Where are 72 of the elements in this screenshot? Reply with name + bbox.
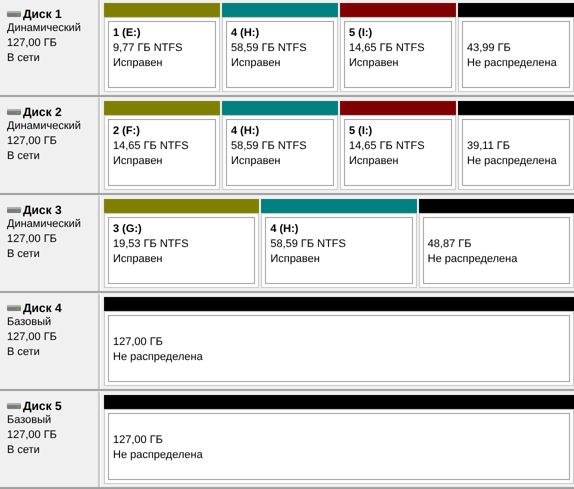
disk-size: 127,00 ГБ xyxy=(7,36,58,51)
disk-drive-icon xyxy=(7,403,21,409)
disk-size: 127,00 ГБ xyxy=(7,134,58,149)
volume-title: 5 (I:) xyxy=(349,124,374,139)
disk-status: В сети xyxy=(7,345,41,360)
disk-drive-icon xyxy=(7,11,21,17)
volume-size: 14,65 ГБ NTFS xyxy=(349,139,426,154)
disk-drive-icon xyxy=(7,207,21,213)
volume-title: 4 (H:) xyxy=(231,124,260,139)
partition-block[interactable]: 48,87 ГБ Не распределена xyxy=(418,213,574,288)
disk-type: Динамический xyxy=(7,21,82,36)
volume-status: Исправен xyxy=(113,154,164,169)
partition-block[interactable]: 43,99 ГБ Не распределена xyxy=(458,17,574,92)
disk-drive-icon xyxy=(7,305,21,311)
unallocated-size: 43,99 ГБ xyxy=(467,41,512,56)
disk-name: Диск 2 xyxy=(23,105,62,119)
partition-block[interactable]: 3 (G:) 19,53 ГБ NTFS Исправен xyxy=(104,213,260,288)
volume-size: 14,65 ГБ NTFS xyxy=(349,41,426,56)
disk-status: В сети xyxy=(7,51,41,66)
partition-block[interactable]: 4 (H:) 58,59 ГБ NTFS Исправен xyxy=(222,17,338,92)
volume-title: 3 (G:) xyxy=(113,222,143,237)
disk-name: Диск 5 xyxy=(23,399,62,413)
volume-status: Исправен xyxy=(113,252,164,267)
volume-title: 4 (H:) xyxy=(270,222,300,237)
unallocated-size: 127,00 ГБ xyxy=(113,335,164,350)
partition-block[interactable]: 1 (E:) 9,77 ГБ NTFS Исправен xyxy=(104,17,220,92)
disk-type: Динамический xyxy=(7,119,82,134)
partition-block[interactable]: 5 (I:) 14,65 ГБ NTFS Исправен xyxy=(340,115,456,190)
volume-status: Исправен xyxy=(349,154,400,169)
disk-type: Базовый xyxy=(7,315,52,330)
disk-name: Диск 4 xyxy=(23,301,62,315)
unallocated-status: Не распределена xyxy=(428,252,518,267)
unallocated-status: Не распределена xyxy=(467,154,558,169)
disk-name: Диск 1 xyxy=(23,7,62,21)
volume-size: 58,59 ГБ NTFS xyxy=(231,41,308,56)
volume-status: Исправен xyxy=(349,56,400,71)
partition-block[interactable]: 5 (I:) 14,65 ГБ NTFS Исправен xyxy=(340,17,456,92)
volume-title: 5 (I:) xyxy=(349,26,374,41)
volume-size: 9,77 ГБ NTFS xyxy=(113,41,184,56)
disk-status: В сети xyxy=(7,247,41,262)
volume-status: Исправен xyxy=(270,252,321,267)
partition-block[interactable]: 2 (F:) 14,65 ГБ NTFS Исправен xyxy=(104,115,220,190)
volume-size: 19,53 ГБ NTFS xyxy=(113,237,190,252)
unallocated-status: Не распределена xyxy=(467,56,558,71)
disk-drive-icon xyxy=(7,109,21,115)
volume-status: Исправен xyxy=(231,56,282,71)
partition-block[interactable]: 4 (H:) 58,59 ГБ NTFS Исправен xyxy=(222,115,338,190)
volume-title: 4 (H:) xyxy=(231,26,260,41)
disk-name: Диск 3 xyxy=(23,203,62,217)
disk-size: 127,00 ГБ xyxy=(7,330,58,345)
volume-title: 1 (E:) xyxy=(113,26,142,41)
partition-block[interactable]: 4 (H:) 58,59 ГБ NTFS Исправен xyxy=(261,213,417,288)
unallocated-status: Не распределена xyxy=(113,448,204,463)
partition-block[interactable]: 39,11 ГБ Не распределена xyxy=(458,115,574,190)
volume-size: 58,59 ГБ NTFS xyxy=(270,237,347,252)
disk-status: В сети xyxy=(7,443,41,458)
volume-status: Исправен xyxy=(231,154,282,169)
unallocated-size: 48,87 ГБ xyxy=(428,237,472,252)
disk-size: 127,00 ГБ xyxy=(7,428,58,443)
unallocated-size: 127,00 ГБ xyxy=(113,433,164,448)
volume-status: Исправен xyxy=(113,56,164,71)
volume-title: 2 (F:) xyxy=(113,124,141,139)
volume-size: 14,65 ГБ NTFS xyxy=(113,139,190,154)
volume-size: 58,59 ГБ NTFS xyxy=(231,139,308,154)
partition-block[interactable]: 127,00 ГБ Не распределена xyxy=(104,311,574,386)
unallocated-size: 39,11 ГБ xyxy=(467,139,511,154)
disk-status: В сети xyxy=(7,149,41,164)
partition-block[interactable]: 127,00 ГБ Не распределена xyxy=(104,409,574,484)
disk-type: Базовый xyxy=(7,413,52,428)
unallocated-status: Не распределена xyxy=(113,350,204,365)
disk-type: Динамический xyxy=(7,217,82,232)
disk-size: 127,00 ГБ xyxy=(7,232,58,247)
